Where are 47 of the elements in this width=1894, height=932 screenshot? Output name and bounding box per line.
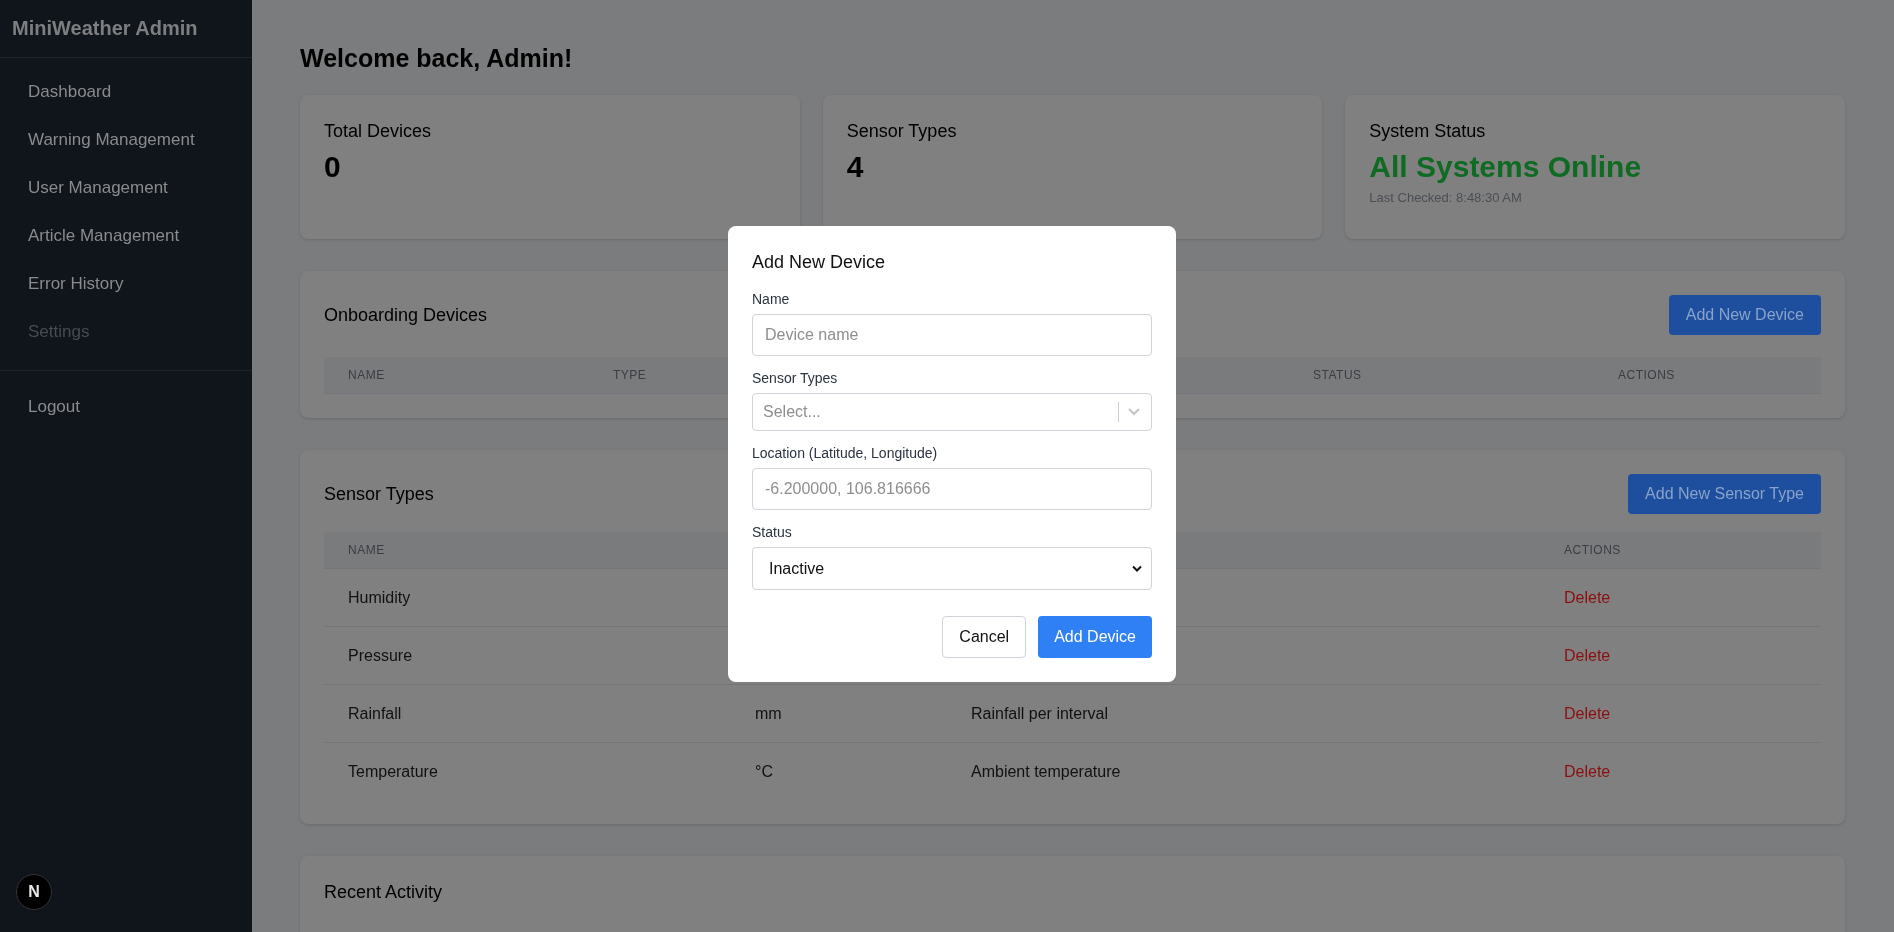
column-header: STATUS [1313, 368, 1362, 382]
table-cell: Ambient temperature [971, 762, 1121, 780]
stat-label: Sensor Types [846, 121, 958, 142]
add-device-button[interactable]: Add New Device [1668, 295, 1821, 335]
stat-value: 0 [324, 150, 342, 184]
dialog-title: Add New Device [752, 252, 887, 273]
column-header: NAME [348, 543, 385, 557]
input-field[interactable]: Device name [752, 314, 1152, 356]
table-cell: Rainfall per interval [971, 704, 1108, 722]
stat-label: Total Devices [324, 121, 433, 142]
table-cell: Pressure [348, 646, 413, 664]
column-header: NAME [348, 368, 385, 382]
chevron-down-icon [1127, 407, 1141, 417]
stat-label: System Status [1369, 121, 1487, 142]
sidebar-item[interactable]: Error History [0, 260, 252, 308]
table-cell: mm [755, 704, 782, 722]
column-header: ACTIONS [1618, 368, 1675, 382]
input-field[interactable]: -6.200000, 106.816666 [752, 468, 1152, 510]
logout-link[interactable]: Logout [0, 383, 252, 431]
table-cell: Rainfall [348, 704, 402, 722]
section-title: Sensor Types [324, 483, 434, 505]
sidebar-item[interactable]: Warning Management [0, 116, 252, 164]
field-label: Sensor Types [752, 370, 839, 386]
column-header: TYPE [613, 368, 647, 382]
add-sensor-type-button[interactable]: Add New Sensor Type [1628, 474, 1821, 514]
add-device-submit-button[interactable]: Add Device [1038, 616, 1152, 658]
table-cell: Temperature [348, 762, 438, 780]
field-label: Location (Latitude, Longitude) [752, 445, 939, 461]
status-select[interactable]: Inactive [752, 547, 1152, 590]
field-label: Status [752, 524, 793, 540]
sidebar-item[interactable]: Article Management [0, 212, 252, 260]
sidebar-item[interactable]: User Management [0, 164, 252, 212]
stat-value: 4 [846, 150, 865, 184]
status-value: All Systems Online [1369, 150, 1643, 184]
sidebar-item[interactable]: Dashboard [0, 68, 252, 116]
section-title: Recent Activity [324, 882, 444, 903]
chevron-down-icon [1131, 564, 1143, 573]
section-title: Onboarding Devices [324, 304, 488, 326]
table-cell: Humidity [348, 588, 411, 606]
column-header: ACTIONS [1564, 543, 1621, 557]
select-field[interactable]: Select... [752, 393, 1152, 431]
dev-badge[interactable]: N [16, 874, 52, 910]
table-cell: °C [755, 762, 773, 780]
field-label: Name [752, 291, 791, 307]
app-title: MiniWeather Admin [0, 0, 252, 58]
cancel-button[interactable]: Cancel [942, 616, 1027, 658]
page-heading: Welcome back, Admin! [300, 44, 574, 73]
